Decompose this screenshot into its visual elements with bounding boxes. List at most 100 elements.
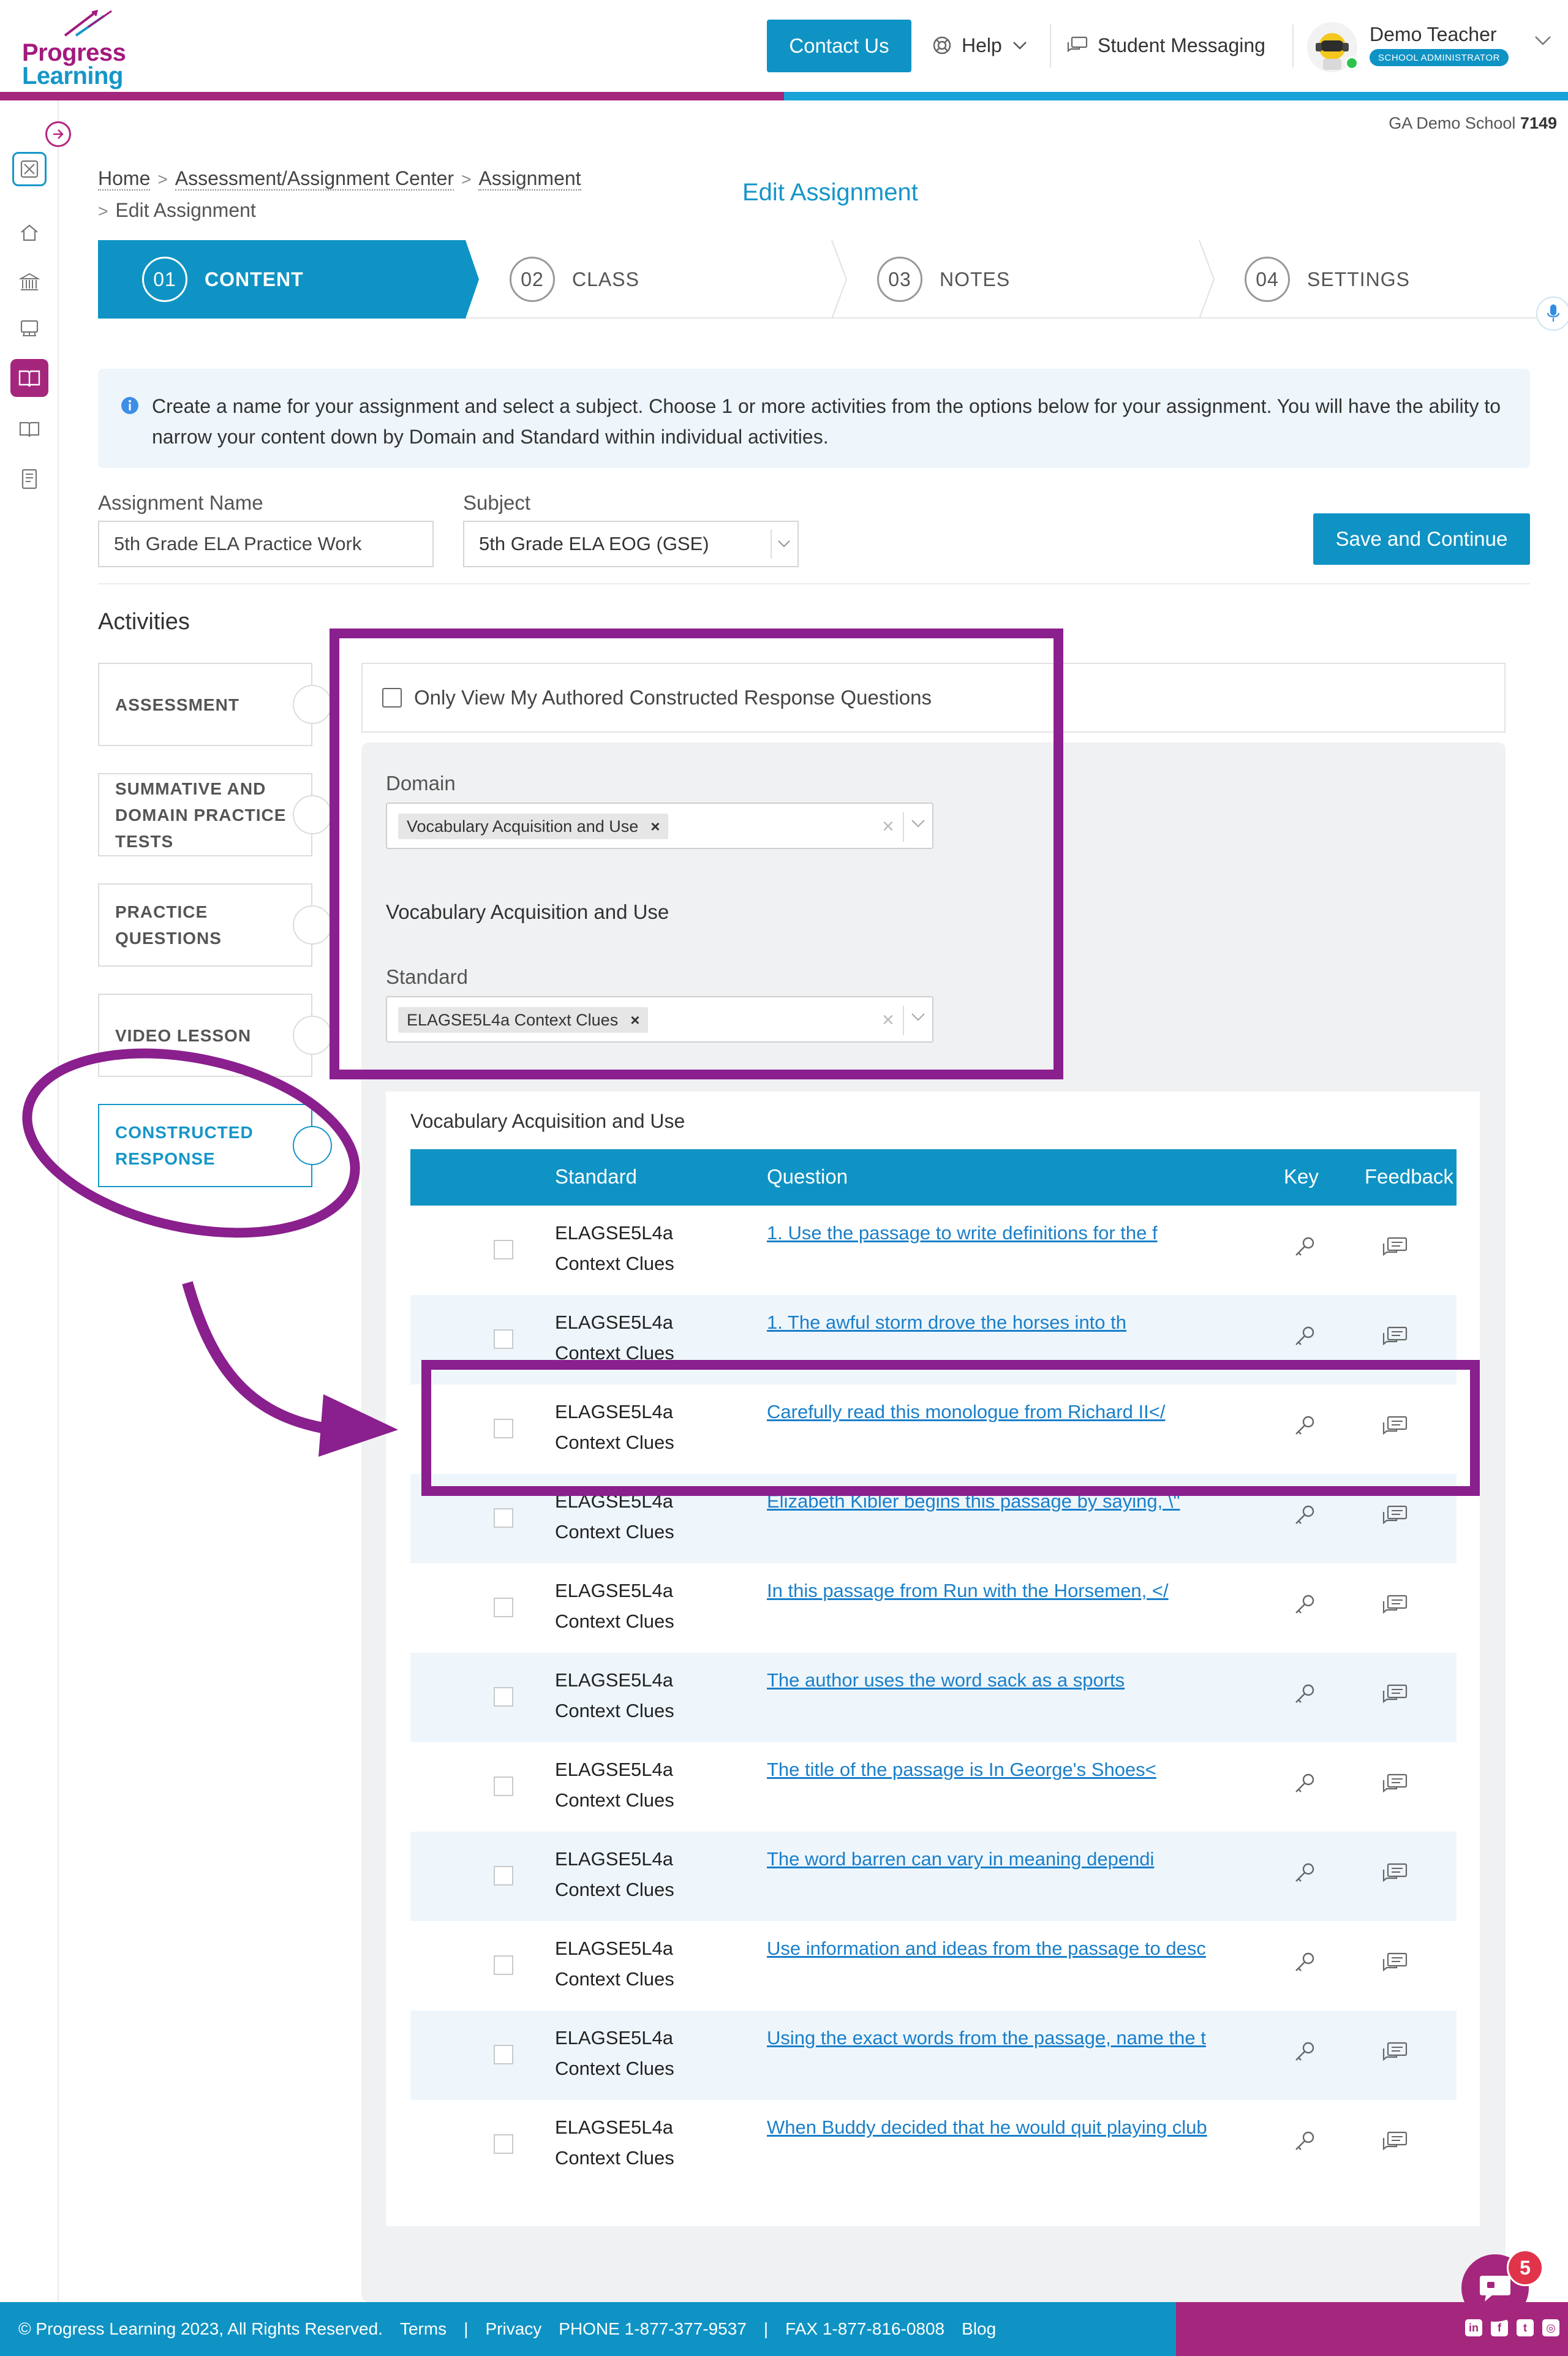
instructions-info-box: Create a name for your assignment and se… xyxy=(98,369,1530,468)
row-select-checkbox[interactable] xyxy=(494,1419,513,1438)
activity-tab-constructed-response[interactable]: CONSTRUCTED RESPONSE xyxy=(98,1104,332,1187)
row-question-link[interactable]: The title of the passage is In George's … xyxy=(767,1754,1156,1785)
row-select-checkbox[interactable] xyxy=(494,1598,513,1617)
sidebar-item-school[interactable] xyxy=(12,265,47,299)
facebook-icon[interactable]: f xyxy=(1491,2319,1508,2336)
only-mine-checkbox[interactable] xyxy=(382,688,402,708)
row-select-checkbox[interactable] xyxy=(494,2045,513,2064)
feedback-icon[interactable] xyxy=(1382,1505,1409,1527)
activity-tab-video-lesson[interactable]: VIDEO LESSON xyxy=(98,994,332,1077)
student-messaging-link[interactable]: Student Messaging xyxy=(1067,29,1265,61)
footer-blog-link[interactable]: Blog xyxy=(962,2319,996,2339)
voice-input-button[interactable] xyxy=(1536,296,1568,331)
sidebar-item-assignments[interactable] xyxy=(10,359,48,397)
row-question-link[interactable]: Using the exact words from the passage, … xyxy=(767,2023,1206,2053)
feedback-icon[interactable] xyxy=(1382,1415,1409,1437)
subject-select[interactable]: 5th Grade ELA EOG (GSE) xyxy=(463,521,799,567)
linkedin-icon[interactable]: in xyxy=(1465,2319,1482,2336)
assignment-name-input[interactable]: 5th Grade ELA Practice Work xyxy=(98,521,434,567)
header-standard: Standard xyxy=(555,1165,637,1188)
authored-filter-row[interactable]: Only View My Authored Constructed Respon… xyxy=(361,663,1506,733)
key-icon[interactable] xyxy=(1292,1950,1317,1975)
key-icon[interactable] xyxy=(1292,1235,1317,1259)
footer-terms-link[interactable]: Terms xyxy=(400,2319,447,2339)
row-question-link[interactable]: When Buddy decided that he would quit pl… xyxy=(767,2112,1207,2143)
row-standard-name: Context Clues xyxy=(555,2058,674,2079)
save-and-continue-button[interactable]: Save and Continue xyxy=(1313,513,1530,565)
key-icon[interactable] xyxy=(1292,1324,1317,1349)
user-menu-chevron-icon[interactable] xyxy=(1534,34,1552,47)
key-icon[interactable] xyxy=(1292,1772,1317,1796)
activity-tab-summative[interactable]: SUMMATIVE AND DOMAIN PRACTICE TESTS xyxy=(98,773,332,856)
row-standard-code: ELAGSE5L4a xyxy=(555,1848,674,1870)
instagram-icon[interactable]: ◎ xyxy=(1542,2319,1559,2336)
key-icon[interactable] xyxy=(1292,1593,1317,1617)
arrow-right-icon xyxy=(53,129,64,139)
remove-chip-icon[interactable]: × xyxy=(630,1011,639,1030)
row-select-checkbox[interactable] xyxy=(494,1955,513,1975)
row-select-checkbox[interactable] xyxy=(494,1866,513,1886)
row-standard-code: ELAGSE5L4a xyxy=(555,1312,674,1333)
chevron-down-icon[interactable] xyxy=(910,1012,926,1022)
standard-select[interactable]: ELAGSE5L4a Context Clues × × xyxy=(386,996,933,1043)
row-standard: ELAGSE5L4a Context Clues xyxy=(555,1486,674,1547)
step-content[interactable]: 01 CONTENT xyxy=(98,240,466,319)
feedback-icon[interactable] xyxy=(1382,1683,1409,1705)
row-question-link[interactable]: 1. Use the passage to write definitions … xyxy=(767,1218,1158,1248)
row-select-checkbox[interactable] xyxy=(494,1508,513,1528)
sidebar-item-library[interactable] xyxy=(12,412,47,446)
feedback-icon[interactable] xyxy=(1382,1773,1409,1795)
row-question-link[interactable]: Elizabeth Kibler begins this passage by … xyxy=(767,1486,1180,1517)
help-menu[interactable]: Help xyxy=(932,29,1028,61)
contact-us-button[interactable]: Contact Us xyxy=(767,20,911,72)
key-icon[interactable] xyxy=(1292,1414,1317,1438)
domain-select[interactable]: Vocabulary Acquisition and Use × × xyxy=(386,802,933,849)
clear-icon[interactable]: × xyxy=(882,1008,894,1032)
breadcrumb-assignment[interactable]: Assignment xyxy=(478,167,581,191)
row-select-checkbox[interactable] xyxy=(494,1776,513,1796)
row-question-link[interactable]: Carefully read this monologue from Richa… xyxy=(767,1397,1165,1427)
chevron-down-icon[interactable] xyxy=(910,818,926,828)
remove-chip-icon[interactable]: × xyxy=(650,817,660,836)
open-book-icon xyxy=(18,370,40,387)
feedback-icon[interactable] xyxy=(1382,2041,1409,2063)
row-question-link[interactable]: Use information and ideas from the passa… xyxy=(767,1933,1206,1964)
sidebar-item-classroom[interactable] xyxy=(12,311,47,345)
row-select-checkbox[interactable] xyxy=(494,1240,513,1259)
twitter-icon[interactable]: t xyxy=(1517,2319,1534,2336)
key-icon[interactable] xyxy=(1292,1861,1317,1886)
breadcrumb-home[interactable]: Home xyxy=(98,167,151,191)
footer-privacy-link[interactable]: Privacy xyxy=(485,2319,541,2339)
step-notes[interactable]: 03 NOTES xyxy=(833,240,1200,319)
activity-tab-practice-questions[interactable]: PRACTICE QUESTIONS xyxy=(98,883,332,967)
feedback-icon[interactable] xyxy=(1382,1952,1409,1974)
row-question-link[interactable]: In this passage from Run with the Horsem… xyxy=(767,1576,1169,1606)
sidebar-item-dashboard[interactable] xyxy=(12,152,47,186)
sidebar-item-reports[interactable] xyxy=(12,462,47,496)
row-question-link[interactable]: The word barren can vary in meaning depe… xyxy=(767,1844,1154,1875)
row-question-link[interactable]: 1. The awful storm drove the horses into… xyxy=(767,1307,1126,1338)
key-icon[interactable] xyxy=(1292,2129,1317,2154)
key-icon[interactable] xyxy=(1292,1503,1317,1528)
sidebar-expand-button[interactable] xyxy=(45,121,71,147)
clear-icon[interactable]: × xyxy=(882,815,894,839)
header-question: Question xyxy=(767,1165,848,1188)
key-icon[interactable] xyxy=(1292,2040,1317,2064)
sidebar-item-home[interactable] xyxy=(12,216,47,250)
row-select-checkbox[interactable] xyxy=(494,1329,513,1349)
feedback-icon[interactable] xyxy=(1382,1236,1409,1258)
progress-learning-logo[interactable]: Progress Learning xyxy=(22,9,132,88)
row-select-checkbox[interactable] xyxy=(494,1687,513,1707)
breadcrumb-center[interactable]: Assessment/Assignment Center xyxy=(175,167,454,191)
step-settings[interactable]: 04 SETTINGS xyxy=(1200,240,1568,319)
feedback-icon[interactable] xyxy=(1382,2131,1409,2153)
row-standard-name: Context Clues xyxy=(555,1968,674,1990)
row-question-link[interactable]: The author uses the word sack as a sport… xyxy=(767,1665,1125,1696)
step-class[interactable]: 02 CLASS xyxy=(466,240,833,319)
feedback-icon[interactable] xyxy=(1382,1862,1409,1884)
key-icon[interactable] xyxy=(1292,1682,1317,1707)
feedback-icon[interactable] xyxy=(1382,1594,1409,1616)
feedback-icon[interactable] xyxy=(1382,1326,1409,1348)
activity-tab-assessment[interactable]: ASSESSMENT xyxy=(98,663,332,746)
row-select-checkbox[interactable] xyxy=(494,2134,513,2154)
